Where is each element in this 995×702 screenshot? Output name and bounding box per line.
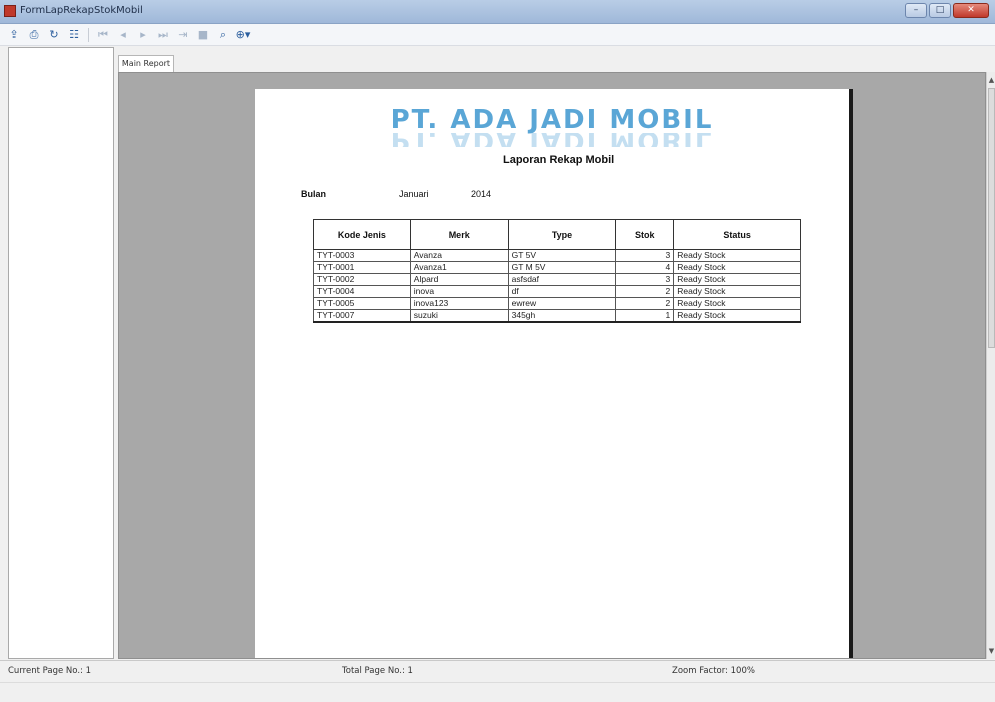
first-page-icon[interactable]: ⏮ [95, 27, 111, 43]
report-title: Laporan Rekap Mobil [503, 154, 615, 166]
table-cell: TYT-0007 [313, 309, 411, 323]
prev-page-icon[interactable]: ◂ [115, 27, 131, 43]
column-header: Stok [615, 219, 675, 250]
column-header: Merk [409, 219, 509, 250]
title-bar: FormLapRekapStokMobil – □ ✕ [0, 0, 995, 24]
app-icon [4, 5, 16, 17]
next-page-icon[interactable]: ▸ [135, 27, 151, 43]
current-page-status: Current Page No.: 1 [8, 666, 91, 676]
company-logo-reflection: PT. ADA JADI MOBIL [255, 133, 849, 147]
zoom-icon[interactable]: ⊕▾ [235, 27, 251, 43]
table-cell: Ready Stock [673, 273, 801, 286]
scroll-down-icon[interactable]: ▼ [987, 645, 995, 657]
table-cell: asfsdaf [507, 273, 617, 286]
scrollbar-thumb[interactable] [988, 88, 995, 348]
report-page: PT. ADA JADI MOBIL PT. ADA JADI MOBIL La… [255, 89, 849, 658]
table-row: TYT-0002 Alpard asfsdaf 3 Ready Stock [313, 273, 801, 286]
table-cell: 2 [615, 297, 675, 310]
table-cell: Alpard [409, 273, 509, 286]
table-cell: TYT-0003 [313, 249, 411, 262]
scroll-up-icon[interactable]: ▲ [987, 74, 995, 86]
print-icon[interactable]: ⎙ [26, 27, 42, 43]
toolbar-separator [88, 27, 89, 42]
goto-page-icon[interactable]: ⇥ [175, 27, 191, 43]
window-bottom-strip [0, 682, 995, 702]
table-cell: TYT-0001 [313, 261, 411, 274]
table-cell: 3 [615, 249, 675, 262]
table-cell: GT 5V [507, 249, 617, 262]
window-controls: – □ ✕ [905, 3, 989, 18]
report-viewport[interactable]: PT. ADA JADI MOBIL PT. ADA JADI MOBIL La… [118, 72, 986, 659]
group-tree-panel[interactable] [8, 47, 114, 659]
table-cell: TYT-0005 [313, 297, 411, 310]
table-header-row: Kode Jenis Merk Type Stok Status [313, 219, 801, 250]
table-cell: 2 [615, 285, 675, 298]
table-row: TYT-0004 inova df 2 Ready Stock [313, 285, 801, 298]
column-header: Type [507, 219, 617, 250]
table-cell: inova123 [409, 297, 509, 310]
table-row: TYT-0003 Avanza GT 5V 3 Ready Stock [313, 249, 801, 262]
company-logo: PT. ADA JADI MOBIL [390, 105, 714, 135]
period-year: 2014 [471, 189, 492, 199]
table-cell: TYT-0004 [313, 285, 411, 298]
table-cell: suzuki [409, 309, 509, 323]
table-row: TYT-0007 suzuki 345gh 1 Ready Stock [313, 309, 801, 323]
status-bar: Current Page No.: 1 Total Page No.: 1 Zo… [0, 660, 995, 682]
period-month: Januari [399, 189, 429, 199]
table-cell: 4 [615, 261, 675, 274]
table-cell: GT M 5V [507, 261, 617, 274]
close-button[interactable]: ✕ [953, 3, 989, 18]
viewer-toolbar: ⇪ ⎙ ↻ ☷ ⏮ ◂ ▸ ⏭ ⇥ ■ ⌕ ⊕▾ [0, 24, 995, 46]
table-row: TYT-0001 Avanza1 GT M 5V 4 Ready Stock [313, 261, 801, 274]
table-cell: 345gh [507, 309, 617, 323]
column-header: Kode Jenis [313, 219, 411, 250]
search-icon[interactable]: ⌕ [215, 27, 231, 43]
minimize-button[interactable]: – [905, 3, 927, 18]
table-cell: Ready Stock [673, 261, 801, 274]
stop-icon[interactable]: ■ [195, 27, 211, 43]
table-cell: TYT-0002 [313, 273, 411, 286]
table-cell: Ready Stock [673, 249, 801, 262]
export-icon[interactable]: ⇪ [6, 27, 22, 43]
table-cell: Avanza [409, 249, 509, 262]
table-cell: 1 [615, 309, 675, 323]
table-cell: Ready Stock [673, 309, 801, 323]
table-cell: Ready Stock [673, 297, 801, 310]
table-cell: 3 [615, 273, 675, 286]
column-header: Status [673, 219, 801, 250]
tab-main-report[interactable]: Main Report [118, 55, 174, 72]
refresh-icon[interactable]: ↻ [46, 27, 62, 43]
table-cell: Avanza1 [409, 261, 509, 274]
table-cell: Ready Stock [673, 285, 801, 298]
table-cell: inova [409, 285, 509, 298]
period-label: Bulan [301, 189, 327, 199]
table-cell: df [507, 285, 617, 298]
total-page-status: Total Page No.: 1 [342, 666, 413, 676]
window-title: FormLapRekapStokMobil [20, 5, 143, 16]
vertical-scrollbar[interactable]: ▲ ▼ [986, 72, 995, 659]
table-cell: ewrew [507, 297, 617, 310]
report-viewer-window: FormLapRekapStokMobil – □ ✕ ⇪ ⎙ ↻ ☷ ⏮ ◂ … [0, 0, 995, 702]
maximize-button[interactable]: □ [929, 3, 951, 18]
last-page-icon[interactable]: ⏭ [155, 27, 171, 43]
group-tree-icon[interactable]: ☷ [66, 27, 82, 43]
stock-table: Kode Jenis Merk Type Stok Status TYT-000… [313, 219, 801, 323]
zoom-status: Zoom Factor: 100% [672, 666, 755, 676]
table-row: TYT-0005 inova123 ewrew 2 Ready Stock [313, 297, 801, 310]
